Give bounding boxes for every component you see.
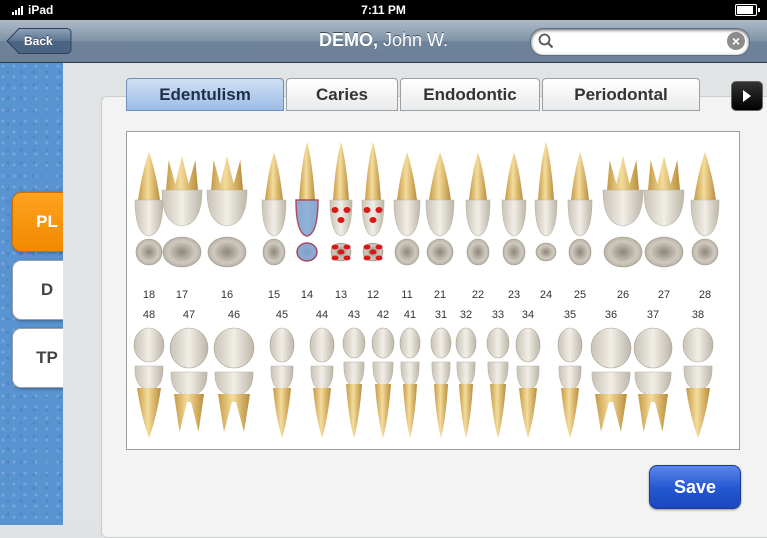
tooth-14[interactable] [295,142,319,262]
tooth-number-46: 46 [227,309,241,321]
tooth-16[interactable] [206,156,248,268]
tooth-number-45: 45 [275,309,289,321]
tooth-number-17: 17 [175,289,189,301]
clear-search-icon[interactable]: × [727,32,745,50]
tooth-number-38: 38 [691,309,705,321]
tooth-number-26: 26 [616,289,630,301]
tooth-number-22: 22 [471,289,485,301]
tooth-number-47: 47 [182,309,196,321]
tooth-number-14: 14 [300,289,314,301]
tooth-number-11: 11 [401,289,413,301]
tooth-38[interactable] [682,327,714,438]
search-field[interactable]: × [530,28,750,56]
tooth-47[interactable] [169,327,209,432]
tooth-number-31: 31 [434,309,448,321]
tooth-number-24: 24 [539,289,553,301]
tooth-17[interactable] [161,156,203,268]
tab-periodontal[interactable]: Periodontal [542,78,700,111]
tooth-number-44: 44 [315,309,329,321]
tooth-number-13: 13 [334,289,348,301]
tooth-number-25: 25 [573,289,587,301]
tooth-number-36: 36 [604,309,618,321]
status-bar: iPad 7:11 PM [0,0,767,20]
status-time: 7:11 PM [361,3,406,17]
tooth-number-42: 42 [376,309,390,321]
next-tab-button[interactable] [731,81,763,111]
tooth-35[interactable] [557,327,583,438]
tooth-number-43: 43 [347,309,361,321]
tab-edentulism[interactable]: Edentulism [126,78,284,111]
tooth-34[interactable] [515,327,541,438]
tooth-37[interactable] [633,327,673,432]
tooth-41[interactable] [399,327,421,438]
tooth-number-16: 16 [220,289,234,301]
patient-first-name: John W. [383,30,449,50]
tooth-48[interactable] [133,327,165,438]
tooth-32[interactable] [455,327,477,438]
tooth-number-32: 32 [459,309,473,321]
tooth-12[interactable] [361,142,385,262]
tooth-23[interactable] [501,152,527,266]
tooth-44[interactable] [309,327,335,438]
tooth-22[interactable] [465,152,491,266]
chevron-right-icon [743,90,751,102]
tooth-33[interactable] [486,327,510,438]
tooth-45[interactable] [269,327,295,438]
navigation-bar: Back DEMO, John W. × [0,20,767,63]
tooth-42[interactable] [371,327,395,438]
tooth-28[interactable] [690,152,720,266]
search-input[interactable] [559,32,723,54]
tab-endodontic[interactable]: Endodontic [400,78,540,111]
tooth-number-41: 41 [403,309,417,321]
tooth-number-23: 23 [507,289,521,301]
tooth-chart[interactable]: 18 17 16 15 14 13 12 11 21 22 23 24 25 26 27 28 48 47 46 45… [126,131,740,450]
tooth-number-21: 21 [433,289,447,301]
tooth-number-12: 12 [366,289,380,301]
tooth-27[interactable] [643,156,685,268]
tooth-number-18: 18 [142,289,156,301]
tooth-number-27: 27 [657,289,671,301]
save-button[interactable]: Save [649,465,741,509]
tooth-31[interactable] [430,327,452,438]
tooth-26[interactable] [602,156,644,268]
tooth-46[interactable] [213,327,255,432]
tooth-number-28: 28 [698,289,712,301]
tooth-13[interactable] [329,142,353,262]
tooth-18[interactable] [134,152,164,266]
tooth-11[interactable] [393,152,421,266]
tooth-number-15: 15 [267,289,281,301]
tooth-36[interactable] [590,327,632,432]
tab-caries[interactable]: Caries [286,78,398,111]
tooth-number-35: 35 [563,309,577,321]
tooth-number-34: 34 [521,309,535,321]
tooth-number-33: 33 [491,309,505,321]
tooth-number-37: 37 [646,309,660,321]
tab-bar: Edentulism Caries Endodontic Periodontal [126,78,700,112]
tooth-43[interactable] [342,327,366,438]
patient-last-name: DEMO, [318,30,378,50]
tooth-number-48: 48 [142,309,156,321]
search-icon [538,33,554,49]
tooth-25[interactable] [567,152,593,266]
tooth-21[interactable] [425,152,455,266]
tooth-15[interactable] [261,152,287,266]
battery-icon [735,4,760,16]
tooth-24[interactable] [534,142,558,262]
